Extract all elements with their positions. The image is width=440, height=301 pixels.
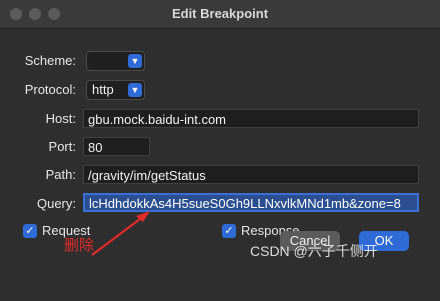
- title-bar: Edit Breakpoint: [0, 0, 440, 29]
- path-input[interactable]: /gravity/im/getStatus: [83, 165, 419, 184]
- port-label: Port:: [48, 139, 76, 154]
- response-checkbox[interactable]: ✓: [222, 224, 236, 238]
- protocol-label: Protocol:: [24, 82, 76, 97]
- chevron-down-icon: ▼: [128, 54, 142, 68]
- protocol-value: http: [92, 82, 114, 97]
- path-label: Path:: [45, 167, 76, 182]
- query-input[interactable]: lcHdhdokkAs4H5sueS0Gh9LLNxvlkMNd1mb&zone…: [83, 193, 419, 212]
- protocol-select[interactable]: http ▼: [86, 80, 145, 100]
- host-input[interactable]: gbu.mock.baidu-int.com: [83, 109, 419, 128]
- port-input[interactable]: 80: [83, 137, 150, 156]
- annotation-text: 删除: [64, 237, 95, 254]
- request-checkbox[interactable]: ✓: [23, 224, 37, 238]
- query-label: Query:: [36, 196, 76, 211]
- watermark: CSDN @六子千侧开: [250, 243, 378, 259]
- chevron-down-icon: ▼: [128, 83, 142, 97]
- scheme-select[interactable]: ▼: [86, 51, 145, 71]
- checkmark-icon: ✓: [224, 225, 234, 237]
- host-label: Host:: [45, 111, 76, 126]
- window-title: Edit Breakpoint: [171, 6, 269, 21]
- scheme-label: Scheme:: [24, 53, 76, 68]
- checkmark-icon: ✓: [25, 225, 35, 237]
